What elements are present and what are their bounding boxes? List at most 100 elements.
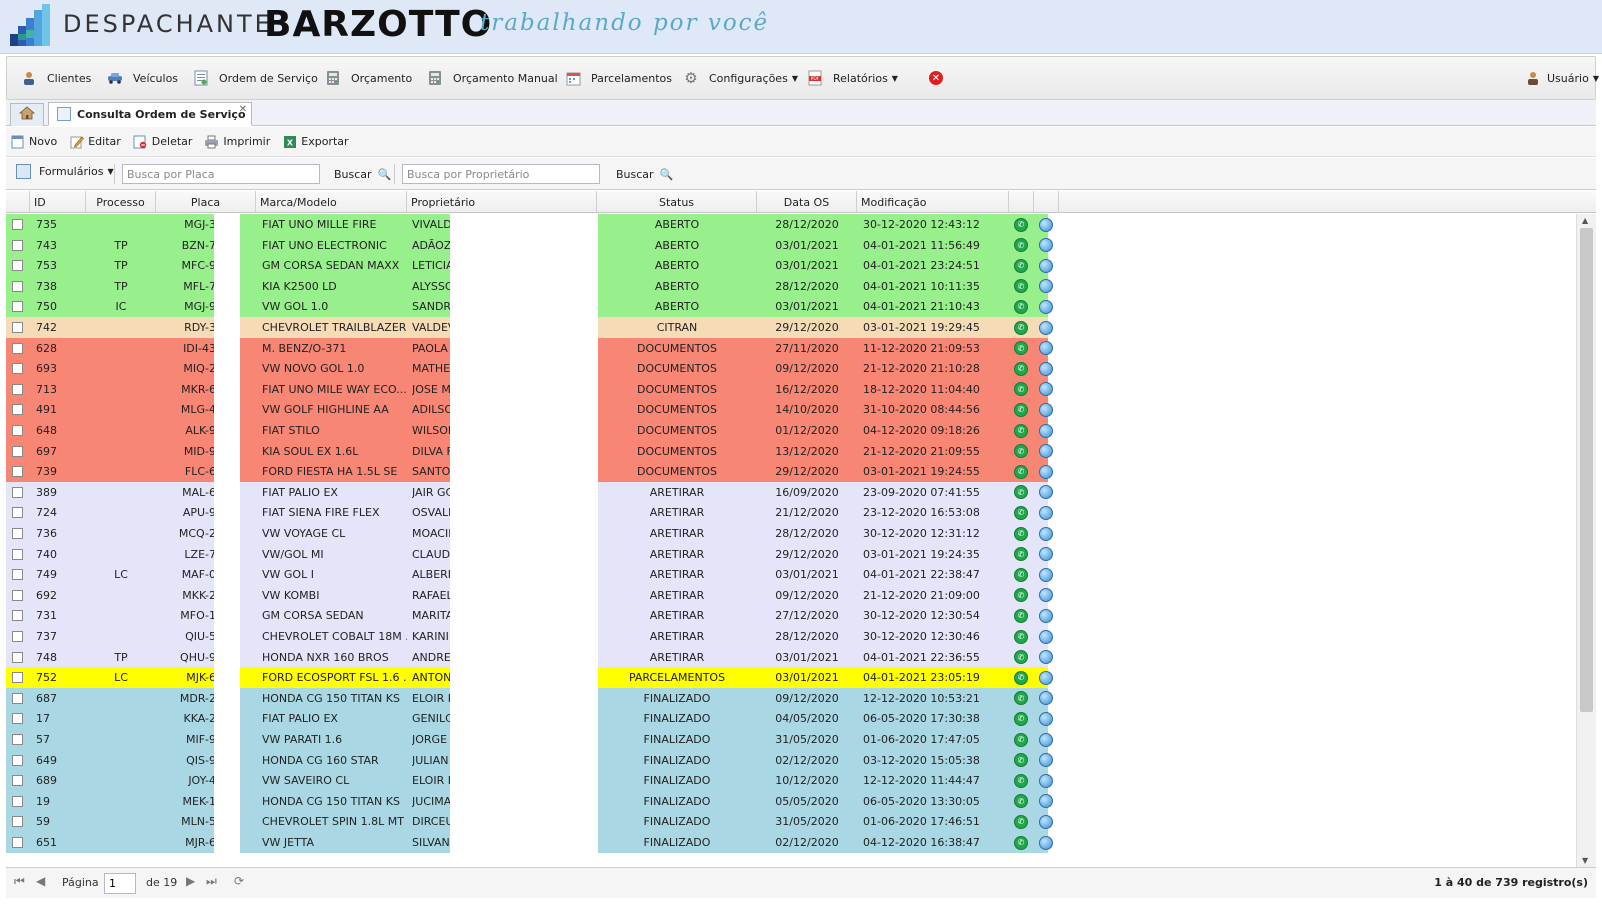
row-checkbox[interactable] [12,486,23,498]
globe-icon[interactable] [1039,423,1053,438]
globe-icon[interactable] [1039,526,1053,541]
export-button[interactable]: X Exportar [282,134,349,149]
globe-icon[interactable] [1039,650,1053,665]
column-header-placa[interactable]: Placa [156,191,256,213]
row-checkbox[interactable] [12,672,23,684]
globe-icon[interactable] [1039,444,1053,459]
row-checkbox[interactable] [12,260,23,272]
whatsapp-icon[interactable]: ✆ [1014,423,1028,438]
row-checkbox[interactable] [12,548,23,560]
globe-icon[interactable] [1039,732,1053,747]
row-checkbox[interactable] [12,837,23,848]
globe-icon[interactable] [1039,299,1053,314]
globe-icon[interactable] [1039,567,1053,582]
globe-icon[interactable] [1039,258,1053,273]
globe-icon[interactable] [1039,691,1053,706]
menu-item-configuracoes[interactable]: ⚙ Configurações ▼ [683,57,798,99]
plate-search-button[interactable]: Buscar 🔍 [334,164,391,184]
whatsapp-icon[interactable]: ✆ [1014,608,1028,623]
row-checkbox[interactable] [12,775,23,787]
globe-icon[interactable] [1039,238,1053,253]
globe-icon[interactable] [1039,753,1053,768]
owner-search-button[interactable]: Buscar 🔍 [616,164,673,184]
menu-item-orcamento-manual[interactable]: Orçamento Manual [427,57,558,99]
row-checkbox[interactable] [12,219,23,230]
row-checkbox[interactable] [12,589,23,601]
whatsapp-icon[interactable]: ✆ [1014,505,1028,520]
menu-item-ordem-de-servico[interactable]: Ordem de Serviço [193,57,318,99]
row-checkbox[interactable] [12,301,23,313]
row-checkbox[interactable] [12,816,23,828]
globe-icon[interactable] [1039,711,1053,726]
row-checkbox[interactable] [12,363,23,375]
row-checkbox[interactable] [12,631,23,642]
menu-item-relatorios[interactable]: PDF Relatórios ▼ [807,57,898,99]
edit-button[interactable]: Editar [69,134,121,149]
whatsapp-icon[interactable]: ✆ [1014,629,1028,644]
select-all-column[interactable] [6,191,30,213]
menu-item-orcamento[interactable]: Orçamento [325,57,412,99]
whatsapp-icon[interactable]: ✆ [1014,258,1028,273]
globe-icon[interactable] [1039,320,1053,335]
globe-icon[interactable] [1039,464,1053,479]
menu-item-parcelamentos[interactable]: Parcelamentos [565,57,672,99]
menu-item-veiculos[interactable]: Veículos [107,57,178,99]
logout-button[interactable]: ✕ [929,57,943,99]
column-header-proprietario[interactable]: Proprietário [407,191,597,213]
globe-icon[interactable] [1039,485,1053,500]
globe-icon[interactable] [1039,814,1053,829]
scrollbar-thumb[interactable] [1580,228,1593,712]
column-header-marca-modelo[interactable]: Marca/Modelo [256,191,407,213]
delete-button[interactable]: Deletar [133,134,192,149]
whatsapp-icon[interactable]: ✆ [1014,773,1028,788]
row-checkbox[interactable] [12,404,23,416]
column-header-status[interactable]: Status [597,191,757,213]
row-checkbox[interactable] [12,507,23,519]
whatsapp-icon[interactable]: ✆ [1014,361,1028,376]
globe-icon[interactable] [1039,629,1053,644]
row-checkbox[interactable] [12,322,23,333]
globe-icon[interactable] [1039,794,1053,809]
whatsapp-icon[interactable]: ✆ [1014,650,1028,665]
row-checkbox[interactable] [12,528,23,539]
row-checkbox[interactable] [12,280,23,292]
globe-icon[interactable] [1039,279,1053,294]
whatsapp-icon[interactable]: ✆ [1014,444,1028,459]
row-checkbox[interactable] [12,425,23,436]
page-number-input[interactable] [104,873,136,894]
column-header-processo[interactable]: Processo [86,191,156,213]
scroll-down-icon[interactable]: ▼ [1582,856,1588,865]
globe-icon[interactable] [1039,505,1053,520]
whatsapp-icon[interactable]: ✆ [1014,732,1028,747]
whatsapp-icon[interactable]: ✆ [1014,279,1028,294]
globe-icon[interactable] [1039,670,1053,685]
row-checkbox[interactable] [12,692,23,704]
globe-icon[interactable] [1039,341,1053,356]
plate-search-input[interactable] [122,164,320,184]
whatsapp-icon[interactable]: ✆ [1014,547,1028,562]
globe-icon[interactable] [1039,547,1053,562]
row-checkbox[interactable] [12,445,23,457]
user-menu[interactable]: Usuário ▼ [1525,57,1599,99]
whatsapp-icon[interactable]: ✆ [1014,670,1028,685]
row-checkbox[interactable] [12,239,23,251]
first-page-icon[interactable]: ⏮ [14,874,25,889]
row-checkbox[interactable] [12,342,23,354]
whatsapp-icon[interactable]: ✆ [1014,526,1028,541]
column-header-modificacao[interactable]: Modificação [857,191,1009,213]
globe-icon[interactable] [1039,382,1053,397]
globe-icon[interactable] [1039,835,1053,850]
tab-home[interactable] [10,103,44,126]
globe-icon[interactable] [1039,361,1053,376]
row-checkbox[interactable] [12,754,23,766]
whatsapp-icon[interactable]: ✆ [1014,464,1028,479]
globe-icon[interactable] [1039,402,1053,417]
whatsapp-icon[interactable]: ✆ [1014,711,1028,726]
globe-icon[interactable] [1039,773,1053,788]
print-button[interactable]: Imprimir [204,134,270,149]
whatsapp-icon[interactable]: ✆ [1014,217,1028,232]
row-checkbox[interactable] [12,610,23,622]
globe-icon[interactable] [1039,588,1053,603]
whatsapp-icon[interactable]: ✆ [1014,814,1028,829]
row-checkbox[interactable] [12,383,23,395]
